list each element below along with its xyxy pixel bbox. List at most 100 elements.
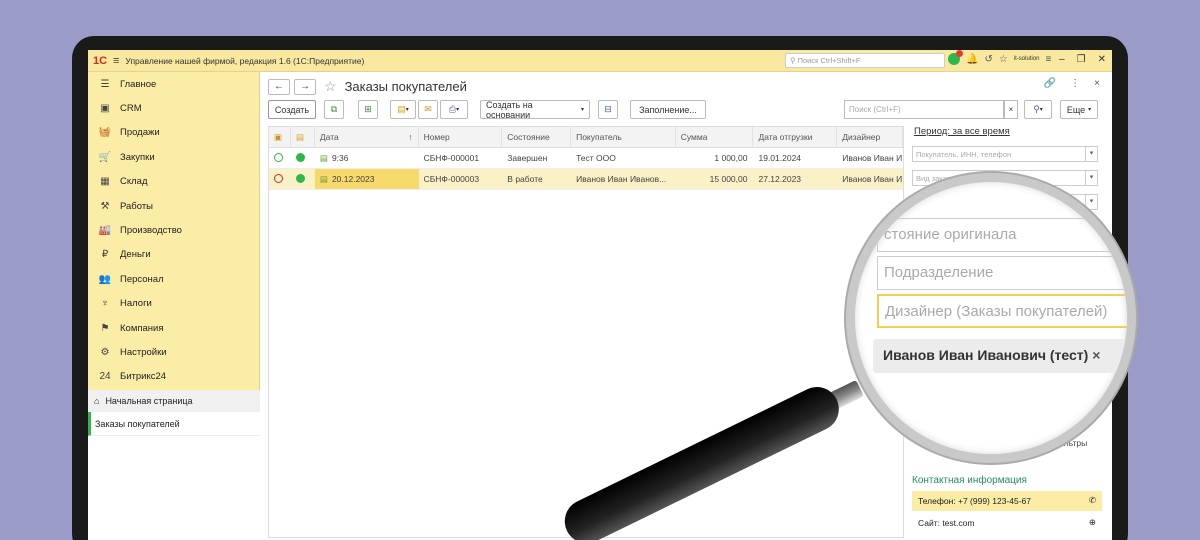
sidebar-item[interactable]: ⚑ Компания xyxy=(88,316,259,340)
notification-badge xyxy=(956,50,963,57)
forward-button[interactable]: → xyxy=(294,78,316,95)
table-row[interactable]: ▤ 9:36 СБНФ-000001 Завершен Тест ООО 1 00… xyxy=(269,148,903,169)
sidebar-item-label: Персонал xyxy=(120,273,164,285)
lens-chip-close-icon: × xyxy=(1092,347,1101,363)
home-page-link[interactable]: ⌂ Начальная страница xyxy=(88,390,260,412)
toolbar: Создать ⧉ ⊞ ▤ ▾ ✉ ⎙ ▾ Создать на основании… xyxy=(268,100,1098,120)
create-button[interactable]: Создать xyxy=(268,100,316,119)
sidebar-item[interactable]: 🛒 Закупки xyxy=(88,145,259,169)
documents-dropdown[interactable]: ▤ ▾ xyxy=(390,100,416,119)
col-customer[interactable]: Покупатель xyxy=(571,127,676,147)
lens-designer-field: Дизайнер (Заказы покупателей) xyxy=(877,294,1127,328)
app-title: Управление нашей фирмой, редакция 1.6 (1… xyxy=(125,55,365,66)
site-value: Сайт: test.com xyxy=(918,518,975,528)
form-header-icons: 🔗 ⋮ × xyxy=(1044,78,1100,89)
sidebar-item-icon: ⚙ xyxy=(100,346,110,358)
page-title: Заказы покупателей xyxy=(344,79,467,94)
sidebar-item[interactable]: ☰ Главное xyxy=(88,72,259,96)
sidebar-item[interactable]: ♆ Налоги xyxy=(88,292,259,316)
globe-icon[interactable]: ⊕ xyxy=(1089,517,1096,528)
favorite-star-icon[interactable]: ☆ xyxy=(324,78,337,95)
search-icon: ⚲ xyxy=(1033,104,1040,114)
sidebar-item[interactable]: 🧺 Продажи xyxy=(88,121,259,145)
sidebar-item[interactable]: 24 Битрикс24 xyxy=(88,365,259,389)
global-search-input[interactable]: ⚲ Поиск Ctrl+Shift+F xyxy=(785,53,945,68)
sidebar-item-label: Битрикс24 xyxy=(120,371,167,383)
sidebar-item[interactable]: 🏭 Производство xyxy=(88,218,259,242)
list-search-input[interactable]: Поиск (Ctrl+F) xyxy=(844,100,1004,119)
global-search-placeholder: Поиск Ctrl+Shift+F xyxy=(797,56,861,65)
sidebar-item-icon: ☰ xyxy=(100,78,110,90)
1c-logo: 1С xyxy=(93,54,108,67)
cell-ship-date: 19.01.2024 xyxy=(758,153,802,163)
chevron-down-icon[interactable]: ▾ xyxy=(1085,147,1097,161)
chevron-down-icon: ▾ xyxy=(456,107,460,113)
sidebar-item-icon: 24 xyxy=(99,371,111,383)
more-vertical-icon[interactable]: ⋮ xyxy=(1070,78,1080,89)
minimize-icon[interactable]: – xyxy=(1059,54,1065,65)
form-header: ← → ☆ Заказы покупателей xyxy=(268,78,467,95)
add-icon-button[interactable]: ⊞ xyxy=(358,100,378,119)
maximize-icon[interactable]: ❐ xyxy=(1077,54,1086,65)
chevron-down-icon: ▾ xyxy=(1039,107,1043,113)
state-dot-icon xyxy=(291,148,315,168)
contact-info-title: Контактная информация xyxy=(912,475,1027,486)
sidebar-item[interactable]: ⚒ Работы xyxy=(88,194,259,218)
sidebar-item-label: CRM xyxy=(120,103,142,115)
history-icon[interactable]: ↺ xyxy=(984,54,992,65)
main-menu-icon[interactable]: ≡ xyxy=(113,55,119,67)
state-ring-icon xyxy=(269,169,291,189)
mail-button[interactable]: ✉ xyxy=(418,100,438,119)
cell-sum: 15 000,00 xyxy=(709,174,748,184)
phone-icon[interactable]: ✆ xyxy=(1089,495,1096,506)
col-date[interactable]: Дата ↑ xyxy=(315,127,419,147)
search-dropdown[interactable]: ⚲ ▾ xyxy=(1024,100,1052,119)
sidebar-item-icon: ₽ xyxy=(101,249,109,261)
cell-sum: 1 000,00 xyxy=(714,153,748,163)
col-status[interactable]: Состояние xyxy=(502,127,572,147)
bell-icon[interactable]: 🔔 xyxy=(966,54,978,65)
back-button[interactable]: ← xyxy=(268,78,290,95)
structure-button[interactable]: ⊟ xyxy=(598,100,618,119)
fill-button[interactable]: Заполнение... xyxy=(630,100,706,119)
chevron-down-icon[interactable]: ▾ xyxy=(1085,195,1097,209)
link-icon[interactable]: 🔗 xyxy=(1044,78,1056,89)
col-folder-icon[interactable]: ▤ xyxy=(291,127,315,147)
open-window-orders[interactable]: Заказы покупателей xyxy=(88,412,260,436)
print-dropdown[interactable]: ⎙ ▾ xyxy=(440,100,468,119)
clear-search-icon[interactable]: × xyxy=(1004,100,1018,119)
sidebar-item-icon: ♆ xyxy=(101,298,109,310)
close-form-icon[interactable]: × xyxy=(1094,78,1100,89)
settings-menu-icon[interactable]: ≡ xyxy=(1046,54,1052,65)
create-based-on-dropdown[interactable]: Создать на основании ▾ xyxy=(480,100,590,120)
col-box-icon[interactable]: ▣ xyxy=(269,127,291,147)
copy-button[interactable]: ⧉ xyxy=(324,100,344,119)
sidebar-item[interactable]: ▦ Склад xyxy=(88,170,259,194)
table-row[interactable]: ▤ 20.12.2023 СБНФ-000003 В работе Иванов … xyxy=(269,169,903,190)
doc-icon: ▤ xyxy=(319,153,328,163)
sidebar-item[interactable]: 👥 Персонал xyxy=(88,267,259,291)
sidebar-item-icon: 🛒 xyxy=(98,151,112,163)
chevron-down-icon[interactable]: ▾ xyxy=(1085,171,1097,185)
chevron-down-icon: ▾ xyxy=(1088,107,1092,113)
favorites-star-icon[interactable]: ☆ xyxy=(999,54,1008,65)
sidebar-item[interactable]: ▣ CRM xyxy=(88,96,259,120)
cell-designer: Иванов Иван И xyxy=(842,174,903,184)
nav-list: ☰ Главное ▣ CRM 🧺 Продажи 🛒 Закупки ▦ Склад ⚒ Работ… xyxy=(88,72,259,389)
more-dropdown[interactable]: Еще ▾ xyxy=(1060,100,1098,119)
col-ship-date[interactable]: Дата отгрузки xyxy=(753,127,838,147)
col-sum[interactable]: Сумма xyxy=(676,127,754,147)
notifications-icon[interactable] xyxy=(948,50,963,65)
sidebar-item[interactable]: ₽ Деньги xyxy=(88,243,259,267)
site-row[interactable]: Сайт: test.com ⊕ xyxy=(912,513,1102,533)
phone-row[interactable]: Телефон: +7 (999) 123-45-67 ✆ xyxy=(912,491,1102,511)
user-name[interactable]: it-solution xyxy=(1014,56,1040,62)
sidebar-item[interactable]: ⚙ Настройки xyxy=(88,340,259,364)
period-link[interactable]: Период: за все время xyxy=(912,126,1108,137)
customer-filter[interactable]: Покупатель, ИНН, телефон ▾ xyxy=(912,146,1098,162)
col-number[interactable]: Номер xyxy=(419,127,503,147)
col-date-label: Дата xyxy=(319,132,339,142)
close-window-icon[interactable]: ✕ xyxy=(1098,54,1106,65)
sidebar-item-label: Продажи xyxy=(120,127,160,139)
col-designer[interactable]: Дизайнер xyxy=(837,127,904,147)
